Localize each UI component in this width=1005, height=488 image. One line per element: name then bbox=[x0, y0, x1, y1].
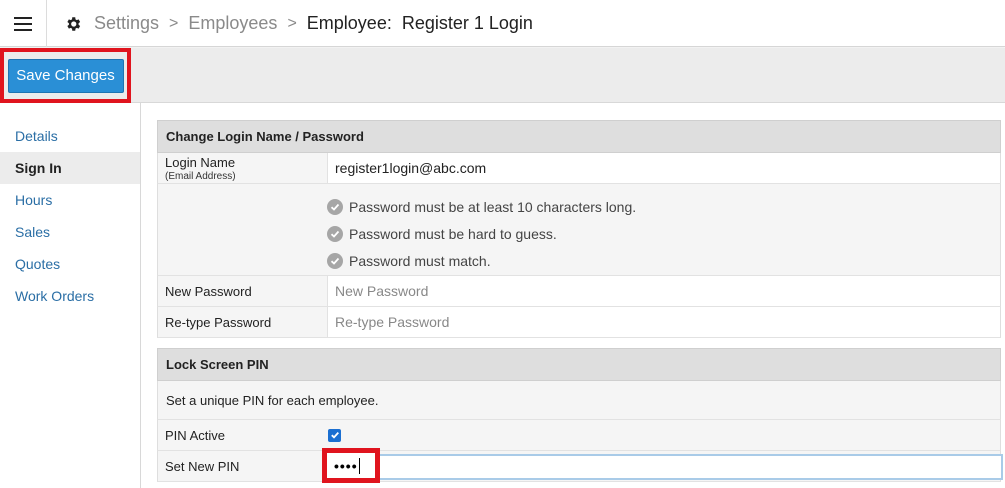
new-password-label: New Password bbox=[165, 283, 252, 299]
pin-active-checkbox[interactable] bbox=[328, 428, 341, 442]
sidebar-item-sales[interactable]: Sales bbox=[0, 216, 140, 248]
breadcrumb-settings[interactable]: Settings bbox=[94, 13, 159, 34]
pin-masked-value: •••• bbox=[334, 457, 358, 474]
password-rules-label-cell bbox=[158, 184, 327, 275]
breadcrumb-employees[interactable]: Employees bbox=[188, 13, 277, 34]
toolbar: Save Changes bbox=[0, 48, 1005, 103]
page-title: Employee: Register 1 Login bbox=[306, 13, 533, 33]
pin-section-title: Lock Screen PIN bbox=[157, 348, 1001, 381]
menu-button[interactable] bbox=[0, 0, 47, 47]
main-content: Change Login Name / Password Login Name … bbox=[157, 120, 1003, 483]
set-pin-highlight[interactable]: •••• bbox=[322, 448, 380, 483]
login-name-row: Login Name (Email Address) bbox=[157, 153, 1001, 184]
password-rule-text: Password must be at least 10 characters … bbox=[349, 198, 637, 215]
password-rule-strength: Password must be hard to guess. bbox=[327, 220, 1000, 247]
set-pin-label: Set New PIN bbox=[165, 458, 240, 474]
new-password-row: New Password bbox=[157, 276, 1001, 307]
check-circle-icon bbox=[327, 252, 343, 269]
password-rule-text: Password must match. bbox=[349, 252, 491, 269]
password-rule-length: Password must be at least 10 characters … bbox=[327, 193, 1000, 220]
pin-active-row: PIN Active bbox=[157, 420, 1001, 451]
password-rule-text: Password must be hard to guess. bbox=[349, 225, 557, 242]
text-caret bbox=[358, 457, 360, 474]
pin-section: Lock Screen PIN Set a unique PIN for eac… bbox=[157, 348, 1003, 483]
new-password-input[interactable] bbox=[328, 276, 1000, 306]
set-pin-cell: •••• bbox=[322, 448, 1003, 483]
login-name-cell bbox=[327, 153, 1000, 183]
sidebar-item-hours[interactable]: Hours bbox=[0, 184, 140, 216]
login-name-sublabel: (Email Address) bbox=[165, 170, 236, 182]
save-button-highlight: Save Changes bbox=[0, 48, 131, 103]
breadcrumb-separator: > bbox=[169, 14, 179, 32]
breadcrumb: Settings > Employees > Employee: Registe… bbox=[64, 0, 533, 47]
save-changes-button[interactable]: Save Changes bbox=[7, 58, 124, 93]
gear-icon bbox=[67, 16, 81, 31]
login-name-label: Login Name bbox=[165, 154, 236, 170]
set-pin-input[interactable] bbox=[326, 454, 1003, 480]
login-name-input[interactable] bbox=[328, 153, 1000, 183]
check-circle-icon bbox=[327, 198, 343, 215]
top-header: Settings > Employees > Employee: Registe… bbox=[0, 0, 1005, 47]
set-pin-row: Set New PIN •••• bbox=[157, 448, 1003, 483]
pin-active-cell bbox=[322, 420, 1000, 450]
hamburger-menu-icon bbox=[14, 16, 32, 31]
sidebar-item-work-orders[interactable]: Work Orders bbox=[0, 280, 140, 312]
login-name-label-cell: Login Name (Email Address) bbox=[158, 153, 327, 183]
retype-password-input[interactable] bbox=[328, 307, 1000, 337]
breadcrumb-separator: > bbox=[287, 14, 297, 32]
password-rules-list: Password must be at least 10 characters … bbox=[327, 184, 1000, 275]
retype-password-row: Re-type Password bbox=[157, 307, 1001, 338]
sidebar: Details Sign In Hours Sales Quotes Work … bbox=[0, 103, 141, 488]
sidebar-item-sign-in[interactable]: Sign In bbox=[0, 152, 140, 184]
new-password-cell bbox=[327, 276, 1000, 306]
password-rules-row: Password must be at least 10 characters … bbox=[157, 184, 1001, 276]
sidebar-item-details[interactable]: Details bbox=[0, 120, 140, 152]
pin-active-label: PIN Active bbox=[165, 427, 225, 443]
checkbox-checked-icon bbox=[330, 431, 339, 439]
retype-password-label: Re-type Password bbox=[165, 314, 272, 330]
sidebar-item-quotes[interactable]: Quotes bbox=[0, 248, 140, 280]
pin-note: Set a unique PIN for each employee. bbox=[157, 381, 1001, 420]
login-section-title: Change Login Name / Password bbox=[157, 120, 1001, 153]
check-circle-icon bbox=[327, 225, 343, 242]
retype-password-cell bbox=[327, 307, 1000, 337]
password-rule-match: Password must match. bbox=[327, 247, 1000, 274]
